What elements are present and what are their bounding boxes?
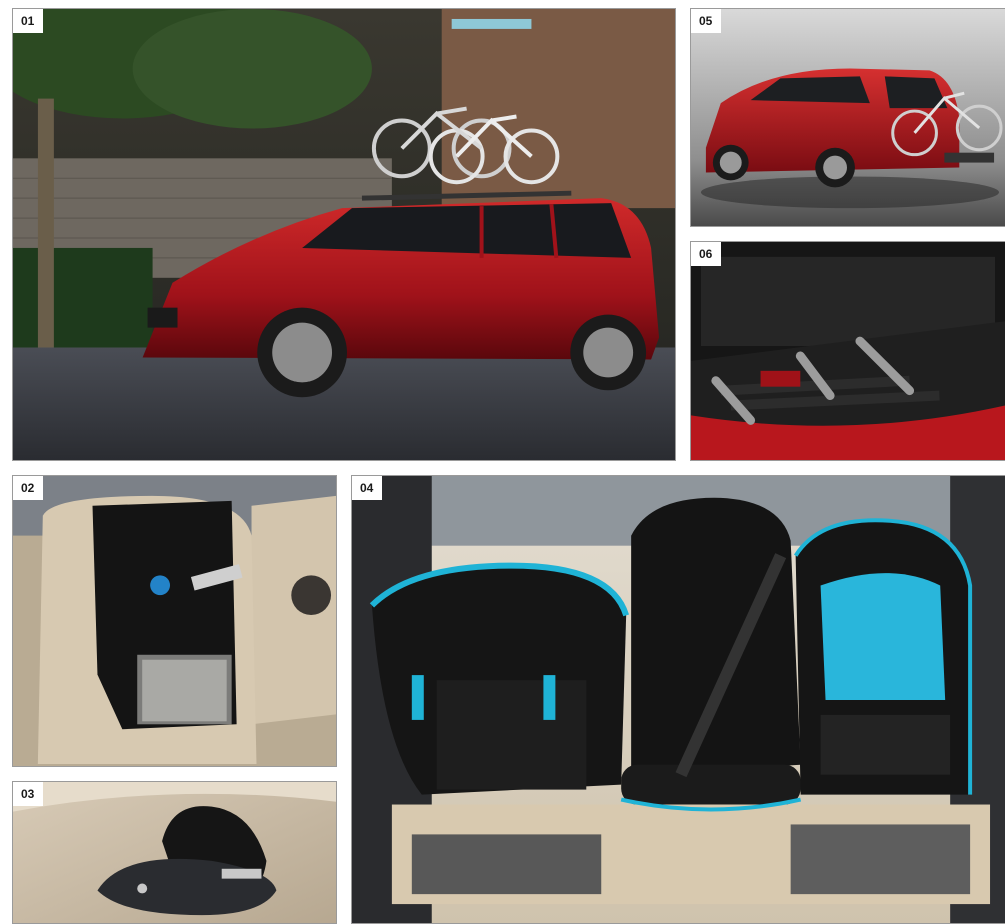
car-rear-bike-carrier-photo bbox=[691, 9, 1005, 226]
key-case-photo bbox=[13, 782, 336, 923]
photo-panel-01: 01 bbox=[12, 8, 676, 461]
car-roof-bike-photo bbox=[13, 9, 675, 460]
photo-panel-02: 02 bbox=[12, 475, 337, 767]
seat-organizer-photo bbox=[13, 476, 336, 766]
panel-number-01: 01 bbox=[13, 9, 44, 33]
panel-number-05: 05 bbox=[691, 9, 722, 33]
panel-number-04: 04 bbox=[352, 476, 383, 500]
photo-panel-05: 05 bbox=[690, 8, 1005, 227]
child-seats-photo bbox=[352, 476, 1005, 923]
panel-number-03: 03 bbox=[13, 782, 44, 806]
trunk-bike-carrier-photo bbox=[691, 242, 1005, 460]
photo-panel-06: 06 bbox=[690, 241, 1005, 461]
panel-number-06: 06 bbox=[691, 242, 722, 266]
photo-panel-03: 03 bbox=[12, 781, 337, 924]
photo-panel-04: 04 bbox=[351, 475, 1005, 924]
panel-number-02: 02 bbox=[13, 476, 44, 500]
